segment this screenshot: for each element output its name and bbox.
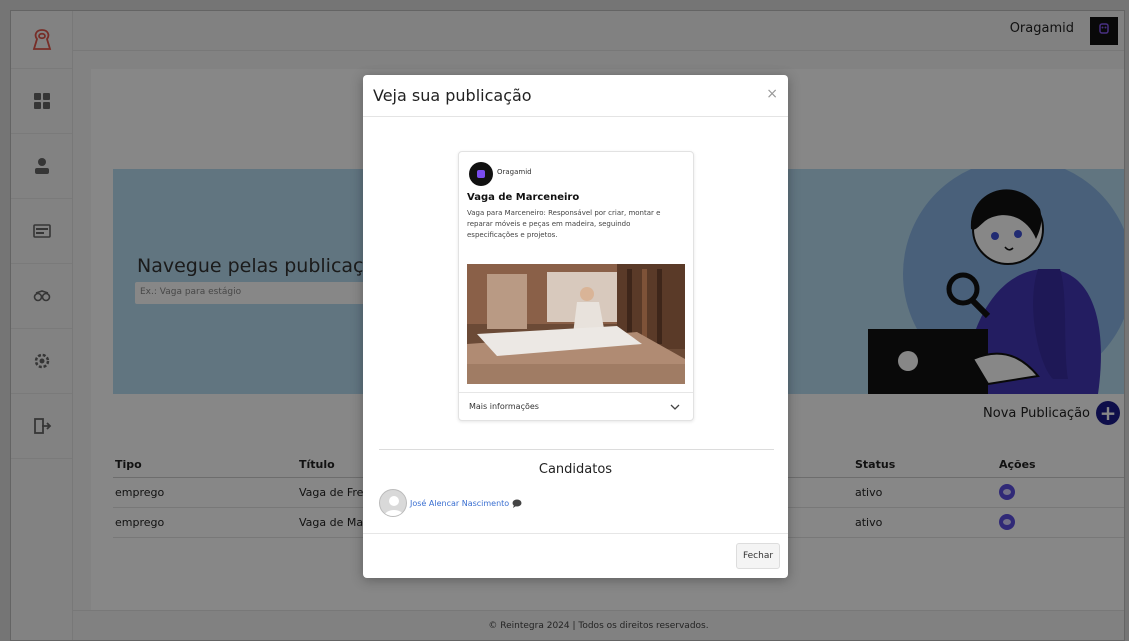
author-avatar <box>469 162 493 186</box>
default-avatar-icon <box>384 496 404 516</box>
more-info-toggle[interactable]: Mais informações <box>459 392 693 420</box>
carpentry-photo <box>467 264 685 384</box>
close-icon[interactable]: × <box>766 86 778 102</box>
publication-title: Vaga de Marceneiro <box>467 192 580 203</box>
divider <box>379 449 774 450</box>
modal-header: Veja sua publicação × <box>363 75 788 117</box>
candidate-item[interactable]: José Alencar Nascimento <box>379 489 522 517</box>
candidate-name[interactable]: José Alencar Nascimento <box>410 499 509 508</box>
chat-icon[interactable] <box>512 499 522 508</box>
modal-title: Veja sua publicação <box>373 86 532 105</box>
publication-card: Oragamid Vaga de Marceneiro Vaga para Ma… <box>458 151 694 421</box>
avatar <box>379 489 407 517</box>
publication-description: Vaga para Marceneiro: Responsável por cr… <box>467 209 661 239</box>
chevron-down-icon <box>670 404 680 410</box>
candidates-title: Candidatos <box>538 462 613 477</box>
publication-image <box>467 264 685 384</box>
modal-footer: Fechar <box>363 533 788 578</box>
owl-logo-icon <box>477 170 485 178</box>
more-info-label: Mais informações <box>469 402 539 411</box>
publication-modal: Veja sua publicação × Oragamid Vaga de M… <box>363 75 788 578</box>
close-button[interactable]: Fechar <box>736 543 780 569</box>
author-name: Oragamid <box>497 168 532 176</box>
